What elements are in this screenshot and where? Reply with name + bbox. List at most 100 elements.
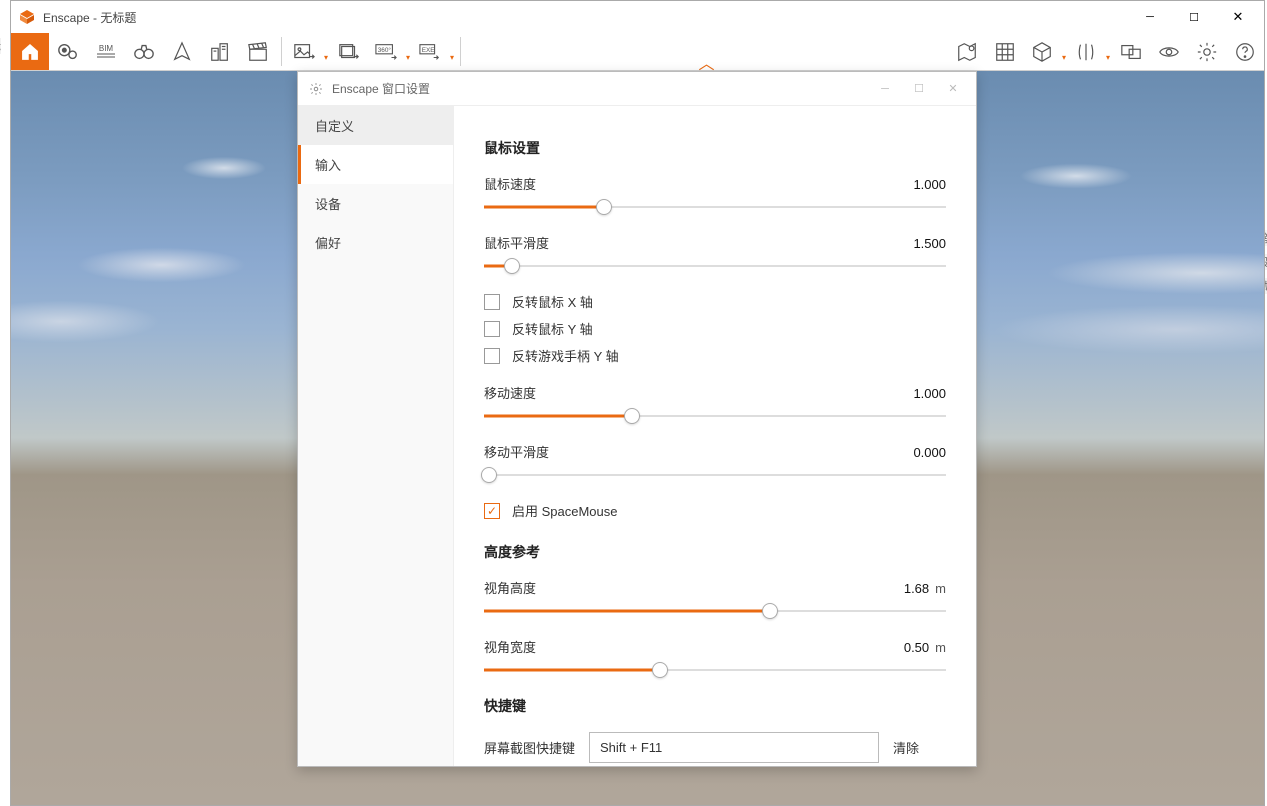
- location-icon: [56, 40, 80, 64]
- dialog-sidebar: 自定义 输入 设备 偏好: [298, 106, 454, 766]
- dialog-close-button[interactable]: ✕: [936, 75, 970, 103]
- chevron-down-icon: ▾: [1062, 53, 1066, 62]
- bim-icon: BIM: [94, 40, 118, 64]
- binoculars-button[interactable]: [125, 33, 163, 70]
- home-icon: [18, 40, 42, 64]
- map-pin-button[interactable]: [948, 33, 986, 70]
- main-window: Enscape - 无标题 ─ ☐ ✕ BIM: [10, 0, 1265, 806]
- move-speed-value: 1.000: [913, 386, 946, 401]
- move-speed-slider[interactable]: [484, 408, 946, 424]
- bim-button[interactable]: BIM: [87, 33, 125, 70]
- view-height-value: 1.68: [904, 581, 929, 596]
- binoculars-icon: [132, 40, 156, 64]
- mouse-speed-value: 1.000: [913, 177, 946, 192]
- chevron-down-icon: ▾: [450, 53, 454, 62]
- invert-y-label: 反转鼠标 Y 轴: [512, 319, 593, 338]
- svg-text:360°: 360°: [378, 46, 392, 54]
- view-width-slider[interactable]: [484, 662, 946, 678]
- mouse-speed-slider[interactable]: [484, 199, 946, 215]
- location-button[interactable]: [49, 33, 87, 70]
- main-toolbar: BIM ▾ 360° ▾ EXE ▾ ︿: [11, 33, 1264, 71]
- sidebar-item-input[interactable]: 输入: [298, 145, 453, 184]
- settings-dialog: Enscape 窗口设置 ─ ☐ ✕ 自定义 输入 设备 偏好 鼠标设置: [297, 71, 977, 767]
- view-height-label: 视角高度: [484, 578, 904, 597]
- visibility-button[interactable]: [1150, 33, 1188, 70]
- mouse-smooth-slider[interactable]: [484, 258, 946, 274]
- screens-icon: [1119, 40, 1143, 64]
- sidebar-item-device[interactable]: 设备: [298, 184, 453, 223]
- dialog-titlebar: Enscape 窗口设置 ─ ☐ ✕: [298, 72, 976, 106]
- chevron-down-icon: ▾: [406, 53, 410, 62]
- compare-icon: [1074, 40, 1098, 64]
- mouse-smooth-label: 鼠标平滑度: [484, 233, 913, 252]
- mouse-speed-label: 鼠标速度: [484, 174, 913, 193]
- view-height-slider[interactable]: [484, 603, 946, 619]
- export-batch-icon: [337, 40, 361, 64]
- invert-gamepad-y-label: 反转游戏手柄 Y 轴: [512, 346, 619, 365]
- chevron-down-icon: ▾: [324, 53, 328, 62]
- close-button[interactable]: ✕: [1216, 2, 1260, 32]
- dialog-title: Enscape 窗口设置: [332, 80, 868, 97]
- toolbar-expand[interactable]: ︿: [465, 33, 948, 70]
- move-smooth-slider[interactable]: [484, 467, 946, 483]
- invert-x-label: 反转鼠标 X 轴: [512, 292, 593, 311]
- cube-button[interactable]: ▾: [1024, 33, 1068, 70]
- compare-button[interactable]: ▾: [1068, 33, 1112, 70]
- app-logo-icon: [19, 9, 35, 25]
- eye-icon: [1157, 40, 1181, 64]
- export-exe-button[interactable]: EXE ▾: [412, 33, 456, 70]
- edge-text: 标: [0, 38, 1, 54]
- export-360-icon: 360°: [374, 40, 398, 64]
- dialog-maximize-button[interactable]: ☐: [902, 75, 936, 103]
- buildings-button[interactable]: [201, 33, 239, 70]
- dialog-content: 鼠标设置 鼠标速度1.000 鼠标平滑度1.500 反转鼠标 X 轴 反转鼠标 …: [454, 106, 976, 766]
- spacemouse-checkbox[interactable]: [484, 503, 500, 519]
- viewport-3d[interactable]: Enscape 窗口设置 ─ ☐ ✕ 自定义 输入 设备 偏好 鼠标设置: [11, 71, 1264, 805]
- hotkey-clear-button[interactable]: 清除: [893, 738, 919, 757]
- grid-button[interactable]: [986, 33, 1024, 70]
- invert-y-checkbox[interactable]: [484, 321, 500, 337]
- minimize-button[interactable]: ─: [1128, 2, 1172, 32]
- mouse-smooth-value: 1.500: [913, 236, 946, 251]
- gear-icon: [308, 81, 324, 97]
- view-height-unit: m: [935, 581, 946, 596]
- clapperboard-icon: [246, 40, 270, 64]
- movie-button[interactable]: [239, 33, 277, 70]
- sidebar-item-preference[interactable]: 偏好: [298, 223, 453, 262]
- spacemouse-label: 启用 SpaceMouse: [512, 501, 618, 520]
- view-width-unit: m: [935, 640, 946, 655]
- help-icon: [1233, 40, 1257, 64]
- buildings-icon: [208, 40, 232, 64]
- export-image-icon: [292, 40, 316, 64]
- move-smooth-value: 0.000: [913, 445, 946, 460]
- globe-nav-button[interactable]: [163, 33, 201, 70]
- screens-button[interactable]: [1112, 33, 1150, 70]
- dialog-minimize-button[interactable]: ─: [868, 75, 902, 103]
- hotkey-screenshot-label: 屏幕截图快捷键: [484, 738, 575, 757]
- help-button[interactable]: [1226, 33, 1264, 70]
- home-button[interactable]: [11, 33, 49, 70]
- map-pin-icon: [955, 40, 979, 64]
- sidebar-item-customize[interactable]: 自定义: [298, 106, 453, 145]
- section-hotkey-heading: 快捷键: [484, 696, 946, 716]
- export-image-button[interactable]: ▾: [286, 33, 330, 70]
- export-batch-button[interactable]: [330, 33, 368, 70]
- cube-icon: [1030, 40, 1054, 64]
- svg-text:EXE: EXE: [422, 47, 435, 54]
- hotkey-screenshot-input[interactable]: [589, 732, 879, 763]
- move-smooth-label: 移动平滑度: [484, 442, 913, 461]
- gear-icon: [1195, 40, 1219, 64]
- invert-gamepad-y-checkbox[interactable]: [484, 348, 500, 364]
- export-360-button[interactable]: 360° ▾: [368, 33, 412, 70]
- view-width-label: 视角宽度: [484, 637, 904, 656]
- view-width-value: 0.50: [904, 640, 929, 655]
- main-titlebar: Enscape - 无标题 ─ ☐ ✕: [11, 1, 1264, 33]
- move-speed-label: 移动速度: [484, 383, 913, 402]
- invert-x-checkbox[interactable]: [484, 294, 500, 310]
- settings-button[interactable]: [1188, 33, 1226, 70]
- export-exe-icon: EXE: [418, 40, 442, 64]
- maximize-button[interactable]: ☐: [1172, 2, 1216, 32]
- compass-icon: [170, 40, 194, 64]
- window-title: Enscape - 无标题: [43, 9, 1128, 26]
- chevron-down-icon: ▾: [1106, 53, 1110, 62]
